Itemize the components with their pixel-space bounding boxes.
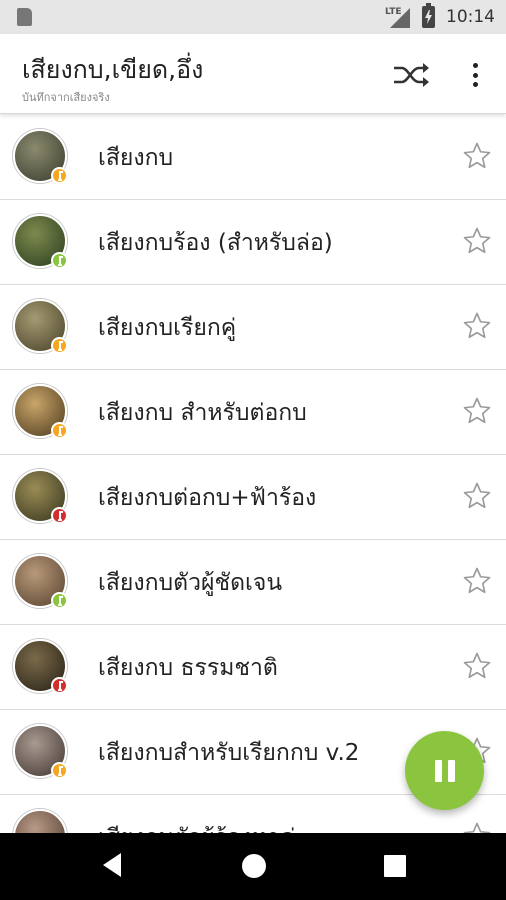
recents-icon[interactable]	[384, 855, 406, 877]
music-note-icon	[51, 252, 68, 269]
music-note-icon	[51, 337, 68, 354]
favorite-star-icon[interactable]	[462, 396, 492, 426]
app-title: เสียงกบ,เขียด,อึ่ง	[22, 55, 204, 84]
back-icon[interactable]	[103, 853, 121, 877]
more-vert-icon[interactable]	[464, 60, 486, 90]
navigation-bar	[0, 833, 506, 900]
sound-title: เสียงกบเรียกคู่	[98, 315, 237, 341]
music-note-icon	[51, 762, 68, 779]
battery-icon	[422, 3, 435, 28]
favorite-star-icon[interactable]	[462, 311, 492, 341]
sound-list-item[interactable]: เสียงกบเรียกคู่	[0, 285, 506, 370]
shuffle-icon[interactable]	[392, 62, 430, 88]
sound-title: เสียงกบ สำหรับต่อกบ	[98, 400, 307, 426]
home-icon[interactable]	[242, 854, 266, 878]
pause-button[interactable]	[405, 731, 484, 810]
sound-title: เสียงกบสำหรับเรียกกบ v.2	[98, 740, 360, 766]
favorite-star-icon[interactable]	[462, 821, 492, 833]
sd-card-icon	[17, 8, 32, 26]
status-bar: LTE 10:14	[0, 0, 506, 34]
sound-list-item[interactable]: เสียงกบตัวผู้ชัดเจน	[0, 540, 506, 625]
sound-title: เสียงกบตัวผู้ชัดเจน	[98, 570, 283, 596]
favorite-star-icon[interactable]	[462, 226, 492, 256]
network-type: LTE	[385, 7, 402, 17]
sound-list-item[interactable]: เสียงกบ ธรรมชาติ	[0, 625, 506, 710]
sound-list-item[interactable]: เสียงกบต่อกบ+ฟ้าร้อง	[0, 455, 506, 540]
music-note-icon	[51, 507, 68, 524]
favorite-star-icon[interactable]	[462, 651, 492, 681]
favorite-star-icon[interactable]	[462, 566, 492, 596]
sound-list: เสียงกบเสียงกบร้อง (สำหรับล่อ) เสียงกบเรี…	[0, 115, 506, 833]
frog-thumbnail	[13, 809, 67, 833]
clock: 10:14	[446, 7, 495, 27]
favorite-star-icon[interactable]	[462, 141, 492, 171]
pause-icon	[434, 759, 442, 782]
app-subtitle: บันทึกจากเสียงจริง	[22, 91, 110, 104]
sound-title: เสียงกบตัวผู้ร้องหาคู่	[98, 820, 295, 833]
music-note-icon	[51, 677, 68, 694]
sound-list-item[interactable]: เสียงกบ	[0, 115, 506, 200]
music-note-icon	[51, 422, 68, 439]
sound-list-item[interactable]: เสียงกบ สำหรับต่อกบ	[0, 370, 506, 455]
sound-title: เสียงกบต่อกบ+ฟ้าร้อง	[98, 485, 317, 511]
sound-title: เสียงกบ ธรรมชาติ	[98, 655, 278, 681]
sound-list-item[interactable]: เสียงกบร้อง (สำหรับล่อ)	[0, 200, 506, 285]
app-bar: เสียงกบ,เขียด,อึ่ง บันทึกจากเสียงจริง	[0, 34, 506, 114]
favorite-star-icon[interactable]	[462, 481, 492, 511]
music-note-icon	[51, 167, 68, 184]
music-note-icon	[51, 592, 68, 609]
sound-title: เสียงกบร้อง (สำหรับล่อ)	[98, 230, 333, 256]
sound-title: เสียงกบ	[98, 145, 174, 171]
